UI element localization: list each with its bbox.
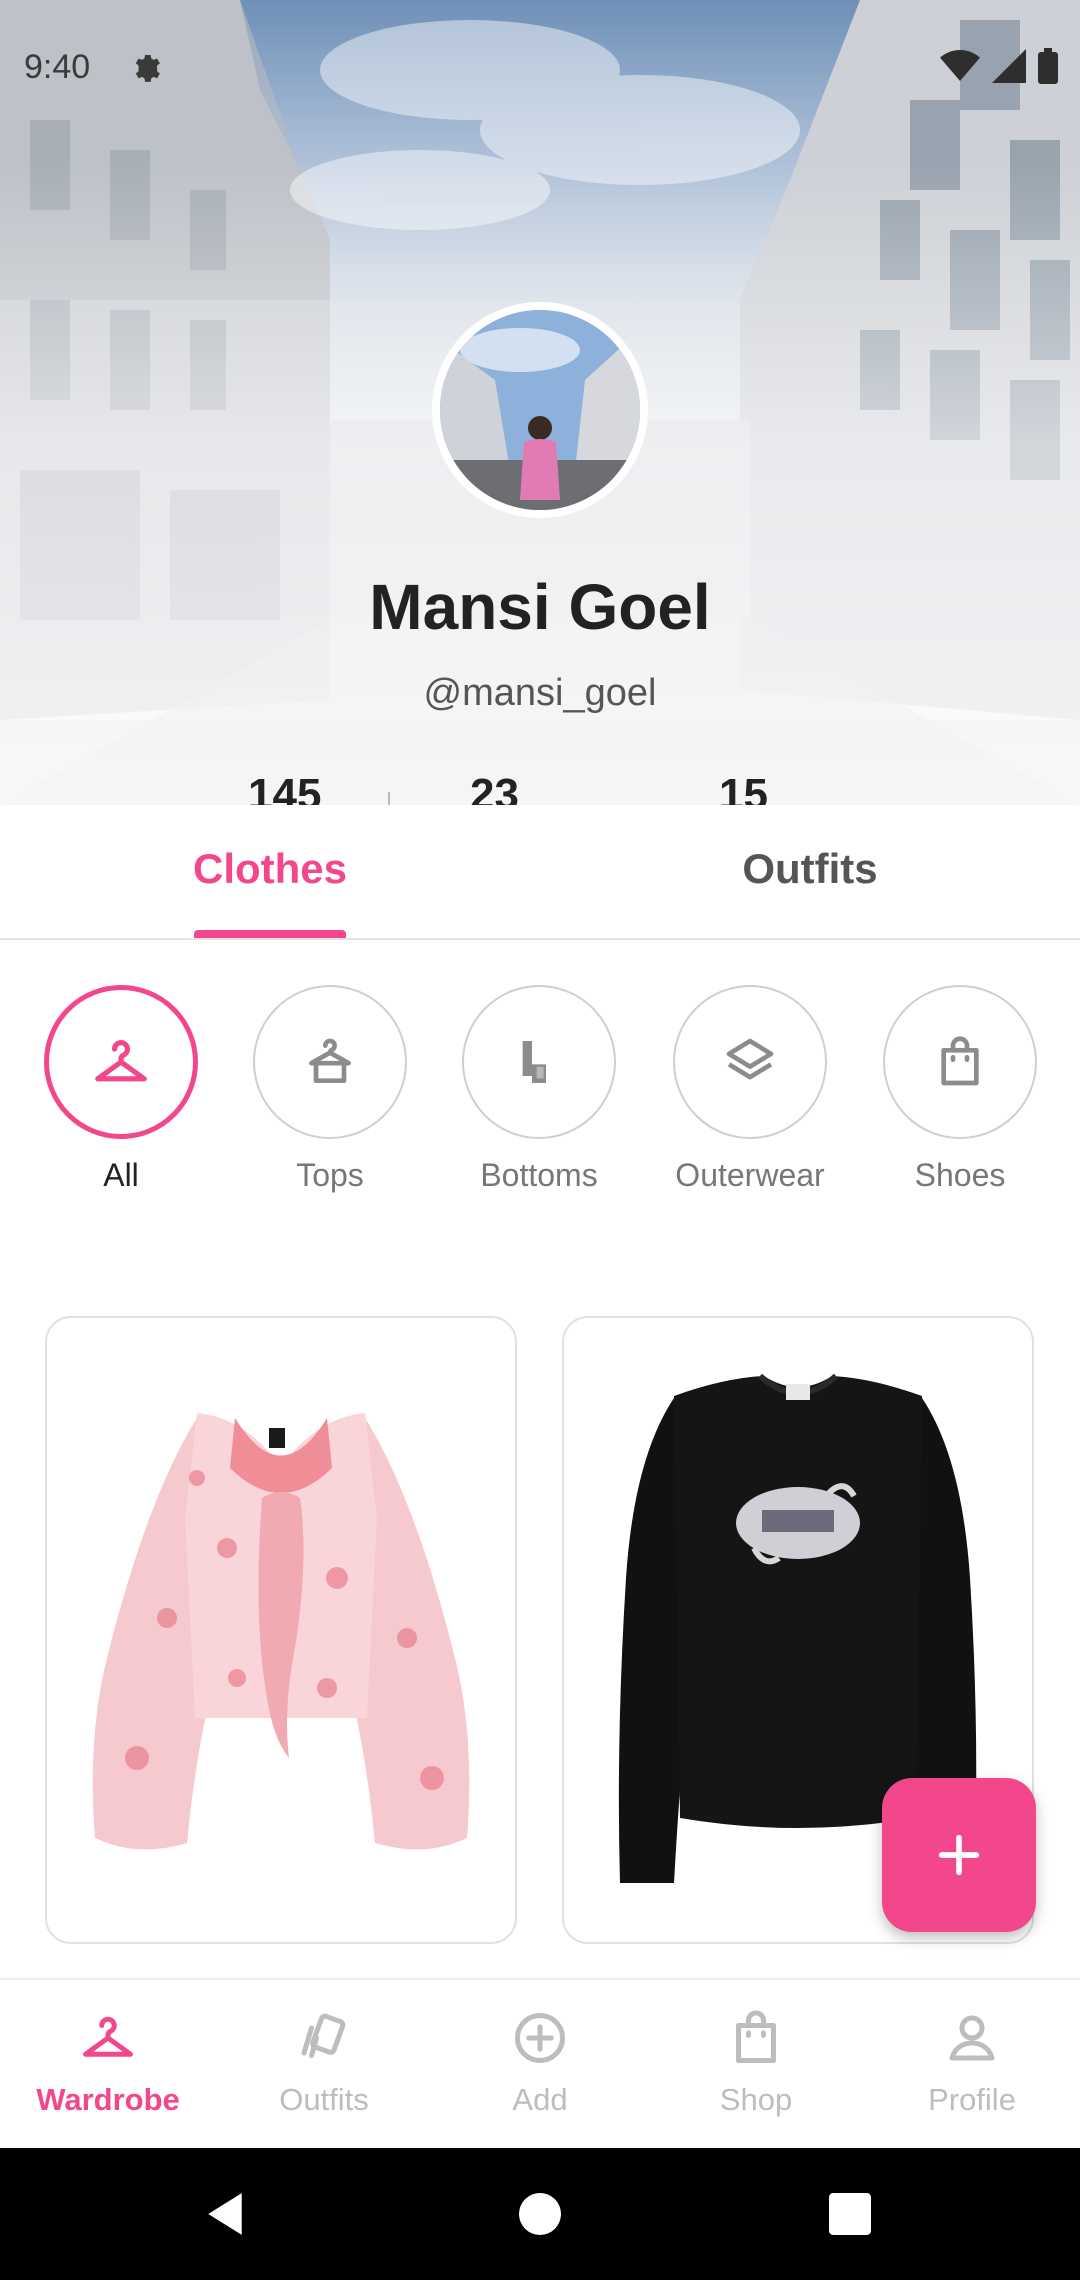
bag-icon: [736, 2010, 776, 2063]
profile-handle: @mansi_goel: [423, 672, 657, 714]
category-shoes-label: Shoes: [914, 1157, 1006, 1193]
stat-outfits-count: 23: [470, 770, 519, 805]
nav-profile-label: Profile: [928, 2082, 1016, 2117]
nav-wardrobe[interactable]: Wardrobe: [0, 1980, 216, 2150]
profile-name: Mansi Goel: [369, 571, 711, 643]
nav-shop-label: Shop: [719, 2082, 793, 2117]
system-back-button[interactable]: [165, 2148, 285, 2280]
category-shoes-circle[interactable]: [883, 985, 1037, 1139]
category-tops-circle[interactable]: [253, 985, 407, 1139]
person-icon: [949, 2015, 995, 2061]
category-outerwear[interactable]: Outerwear: [670, 985, 830, 1194]
cards-icon: [301, 2013, 346, 2058]
signal-icon: [992, 49, 1026, 83]
nav-profile[interactable]: Profile: [864, 1980, 1080, 2150]
category-bottoms-circle[interactable]: [462, 985, 616, 1139]
recents-square-icon: [829, 2193, 871, 2235]
nav-add-label: Add: [512, 2082, 568, 2117]
system-navigation-bar: [0, 2148, 1080, 2280]
settings-gear-icon: [135, 54, 160, 82]
tab-active-indicator: [194, 930, 346, 938]
category-tops[interactable]: Tops: [250, 985, 410, 1194]
system-recents-button[interactable]: [790, 2148, 910, 2280]
profile-stats: 145 23 15: [0, 770, 1080, 805]
plus-circle-icon: [515, 2013, 565, 2063]
wifi-icon: [940, 50, 980, 81]
battery-icon: [1038, 48, 1058, 84]
stat-third-count: 15: [719, 770, 768, 805]
plus-icon: [938, 1834, 980, 1876]
stat-items-count: 145: [248, 770, 322, 805]
category-outerwear-label: Outerwear: [675, 1157, 825, 1193]
category-bottoms-label: Bottoms: [480, 1157, 598, 1193]
bottom-navigation: Wardrobe Outfits Add Shop Profile: [0, 1978, 1080, 2148]
status-time: 9:40: [24, 48, 91, 86]
nav-wardrobe-label: Wardrobe: [36, 2082, 180, 2117]
pants-icon: [522, 1041, 546, 1083]
status-icons: [940, 48, 1058, 84]
nav-outfits[interactable]: Outfits: [216, 1980, 432, 2150]
shirt-icon: [309, 1038, 351, 1083]
category-bottoms[interactable]: Bottoms: [459, 985, 619, 1194]
nav-add[interactable]: Add: [432, 1980, 648, 2150]
tab-outfits[interactable]: Outfits: [540, 805, 1080, 940]
hanger-icon: [83, 2016, 133, 2057]
tab-clothes[interactable]: Clothes: [0, 805, 540, 940]
category-tops-label: Tops: [296, 1157, 364, 1193]
profile-header: 9:40 Mansi Goel @mansi_goel 145 23 15: [0, 0, 1080, 805]
bag-icon: [941, 1036, 979, 1086]
avatar-photo: [440, 310, 640, 510]
category-all-label: All: [103, 1157, 139, 1193]
category-all[interactable]: All: [41, 985, 201, 1194]
nav-shop[interactable]: Shop: [648, 1980, 864, 2150]
wardrobe-item-card[interactable]: [45, 1316, 517, 1944]
wardrobe-tabs: Clothes Outfits: [0, 805, 1080, 940]
nav-outfits-label: Outfits: [279, 2082, 369, 2117]
system-home-button[interactable]: [480, 2148, 600, 2280]
category-outerwear-circle[interactable]: [673, 985, 827, 1139]
category-all-circle[interactable]: [44, 985, 198, 1139]
home-circle-icon: [519, 2193, 561, 2235]
category-shoes[interactable]: Shoes: [880, 985, 1040, 1194]
status-bar: 9:40: [0, 0, 1080, 135]
stat-divider: [388, 792, 390, 805]
hanger-icon: [95, 1040, 147, 1082]
add-item-fab[interactable]: [882, 1778, 1036, 1932]
item-photo-pink-blouse: [92, 1413, 470, 1850]
back-triangle-icon: [208, 2193, 242, 2235]
layers-icon: [726, 1038, 774, 1080]
avatar[interactable]: [432, 302, 648, 518]
